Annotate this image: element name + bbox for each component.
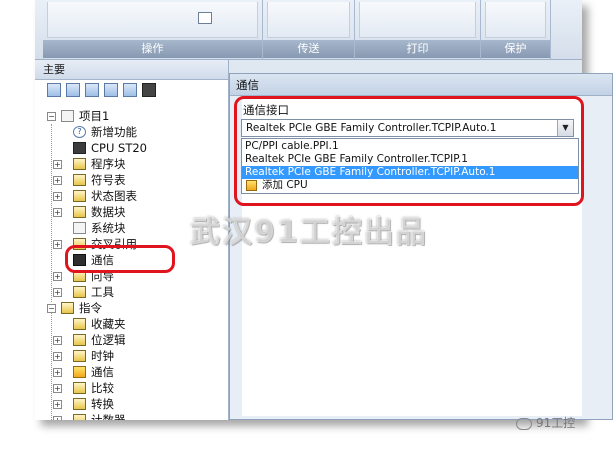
computer-icon[interactable] — [142, 83, 156, 97]
ribbon-group-print: 打印 — [355, 0, 481, 60]
counter-icon — [73, 414, 86, 420]
help-icon: ? — [73, 126, 86, 138]
folder-icon — [73, 190, 86, 202]
ribbon-group-transfer: 传送 — [263, 0, 355, 60]
ribbon: 操作 传送 打印 保护 — [35, 0, 582, 60]
clock-icon — [73, 350, 86, 362]
highlight-communication-box — [65, 245, 175, 273]
expand-icon[interactable]: + — [53, 176, 62, 185]
cpu-icon — [73, 142, 86, 154]
expand-icon[interactable]: + — [53, 288, 62, 297]
ribbon-group-label: 传送 — [263, 40, 354, 58]
tree-toolbar — [35, 80, 228, 102]
expand-icon[interactable]: + — [53, 336, 62, 345]
ribbon-group-label: 操作 — [43, 40, 262, 58]
view-icon[interactable] — [47, 83, 61, 97]
expand-icon[interactable]: + — [53, 400, 62, 409]
dialog-title: 通信 — [230, 74, 612, 96]
ribbon-group-label: 保护 — [481, 40, 550, 58]
expand-icon[interactable]: + — [53, 160, 62, 169]
expand-icon[interactable]: + — [53, 240, 62, 249]
favorites-icon — [73, 318, 86, 330]
system-block-icon — [73, 222, 86, 234]
highlight-interface-box — [234, 96, 584, 206]
ribbon-group-label: 打印 — [355, 40, 480, 58]
watermark-text: 武汉91工控出品 — [190, 215, 428, 250]
folder-icon — [73, 158, 86, 170]
ribbon-group-protect: 保护 — [481, 0, 551, 60]
instructions-icon — [61, 302, 74, 314]
expand-icon[interactable]: + — [53, 384, 62, 393]
folder-icon — [73, 174, 86, 186]
wechat-badge-label: 91工控 — [536, 416, 576, 430]
expand-icon[interactable]: + — [53, 416, 62, 420]
wechat-icon — [516, 417, 532, 430]
tree-panel-header: 主要 — [35, 60, 228, 80]
expand-icon[interactable]: + — [53, 192, 62, 201]
folder-icon — [73, 286, 86, 298]
list-icon[interactable] — [85, 83, 99, 97]
expand-icon[interactable]: + — [53, 368, 62, 377]
screenshot-stage: 操作 传送 打印 保护 主要 − 项目1 ? 新增功能 CPU ST20 + 程… — [0, 0, 613, 451]
table-icon[interactable] — [66, 83, 80, 97]
expand-icon[interactable]: + — [53, 272, 62, 281]
expand-icon[interactable]: + — [53, 352, 62, 361]
collapse-icon[interactable]: − — [47, 112, 56, 121]
lightning-icon — [73, 366, 86, 378]
wechat-badge: 91工控 — [516, 414, 575, 431]
bit-logic-icon — [73, 334, 86, 346]
ribbon-group-operate: 操作 — [43, 0, 263, 60]
folder-icon — [73, 206, 86, 218]
compare-icon — [73, 382, 86, 394]
grid-icon[interactable] — [123, 83, 137, 97]
ribbon-small-icon[interactable] — [198, 12, 212, 24]
project-icon — [61, 110, 74, 122]
collapse-icon[interactable]: − — [47, 304, 56, 313]
document-icon[interactable] — [104, 83, 118, 97]
expand-icon[interactable]: + — [53, 208, 62, 217]
convert-icon — [73, 398, 86, 410]
